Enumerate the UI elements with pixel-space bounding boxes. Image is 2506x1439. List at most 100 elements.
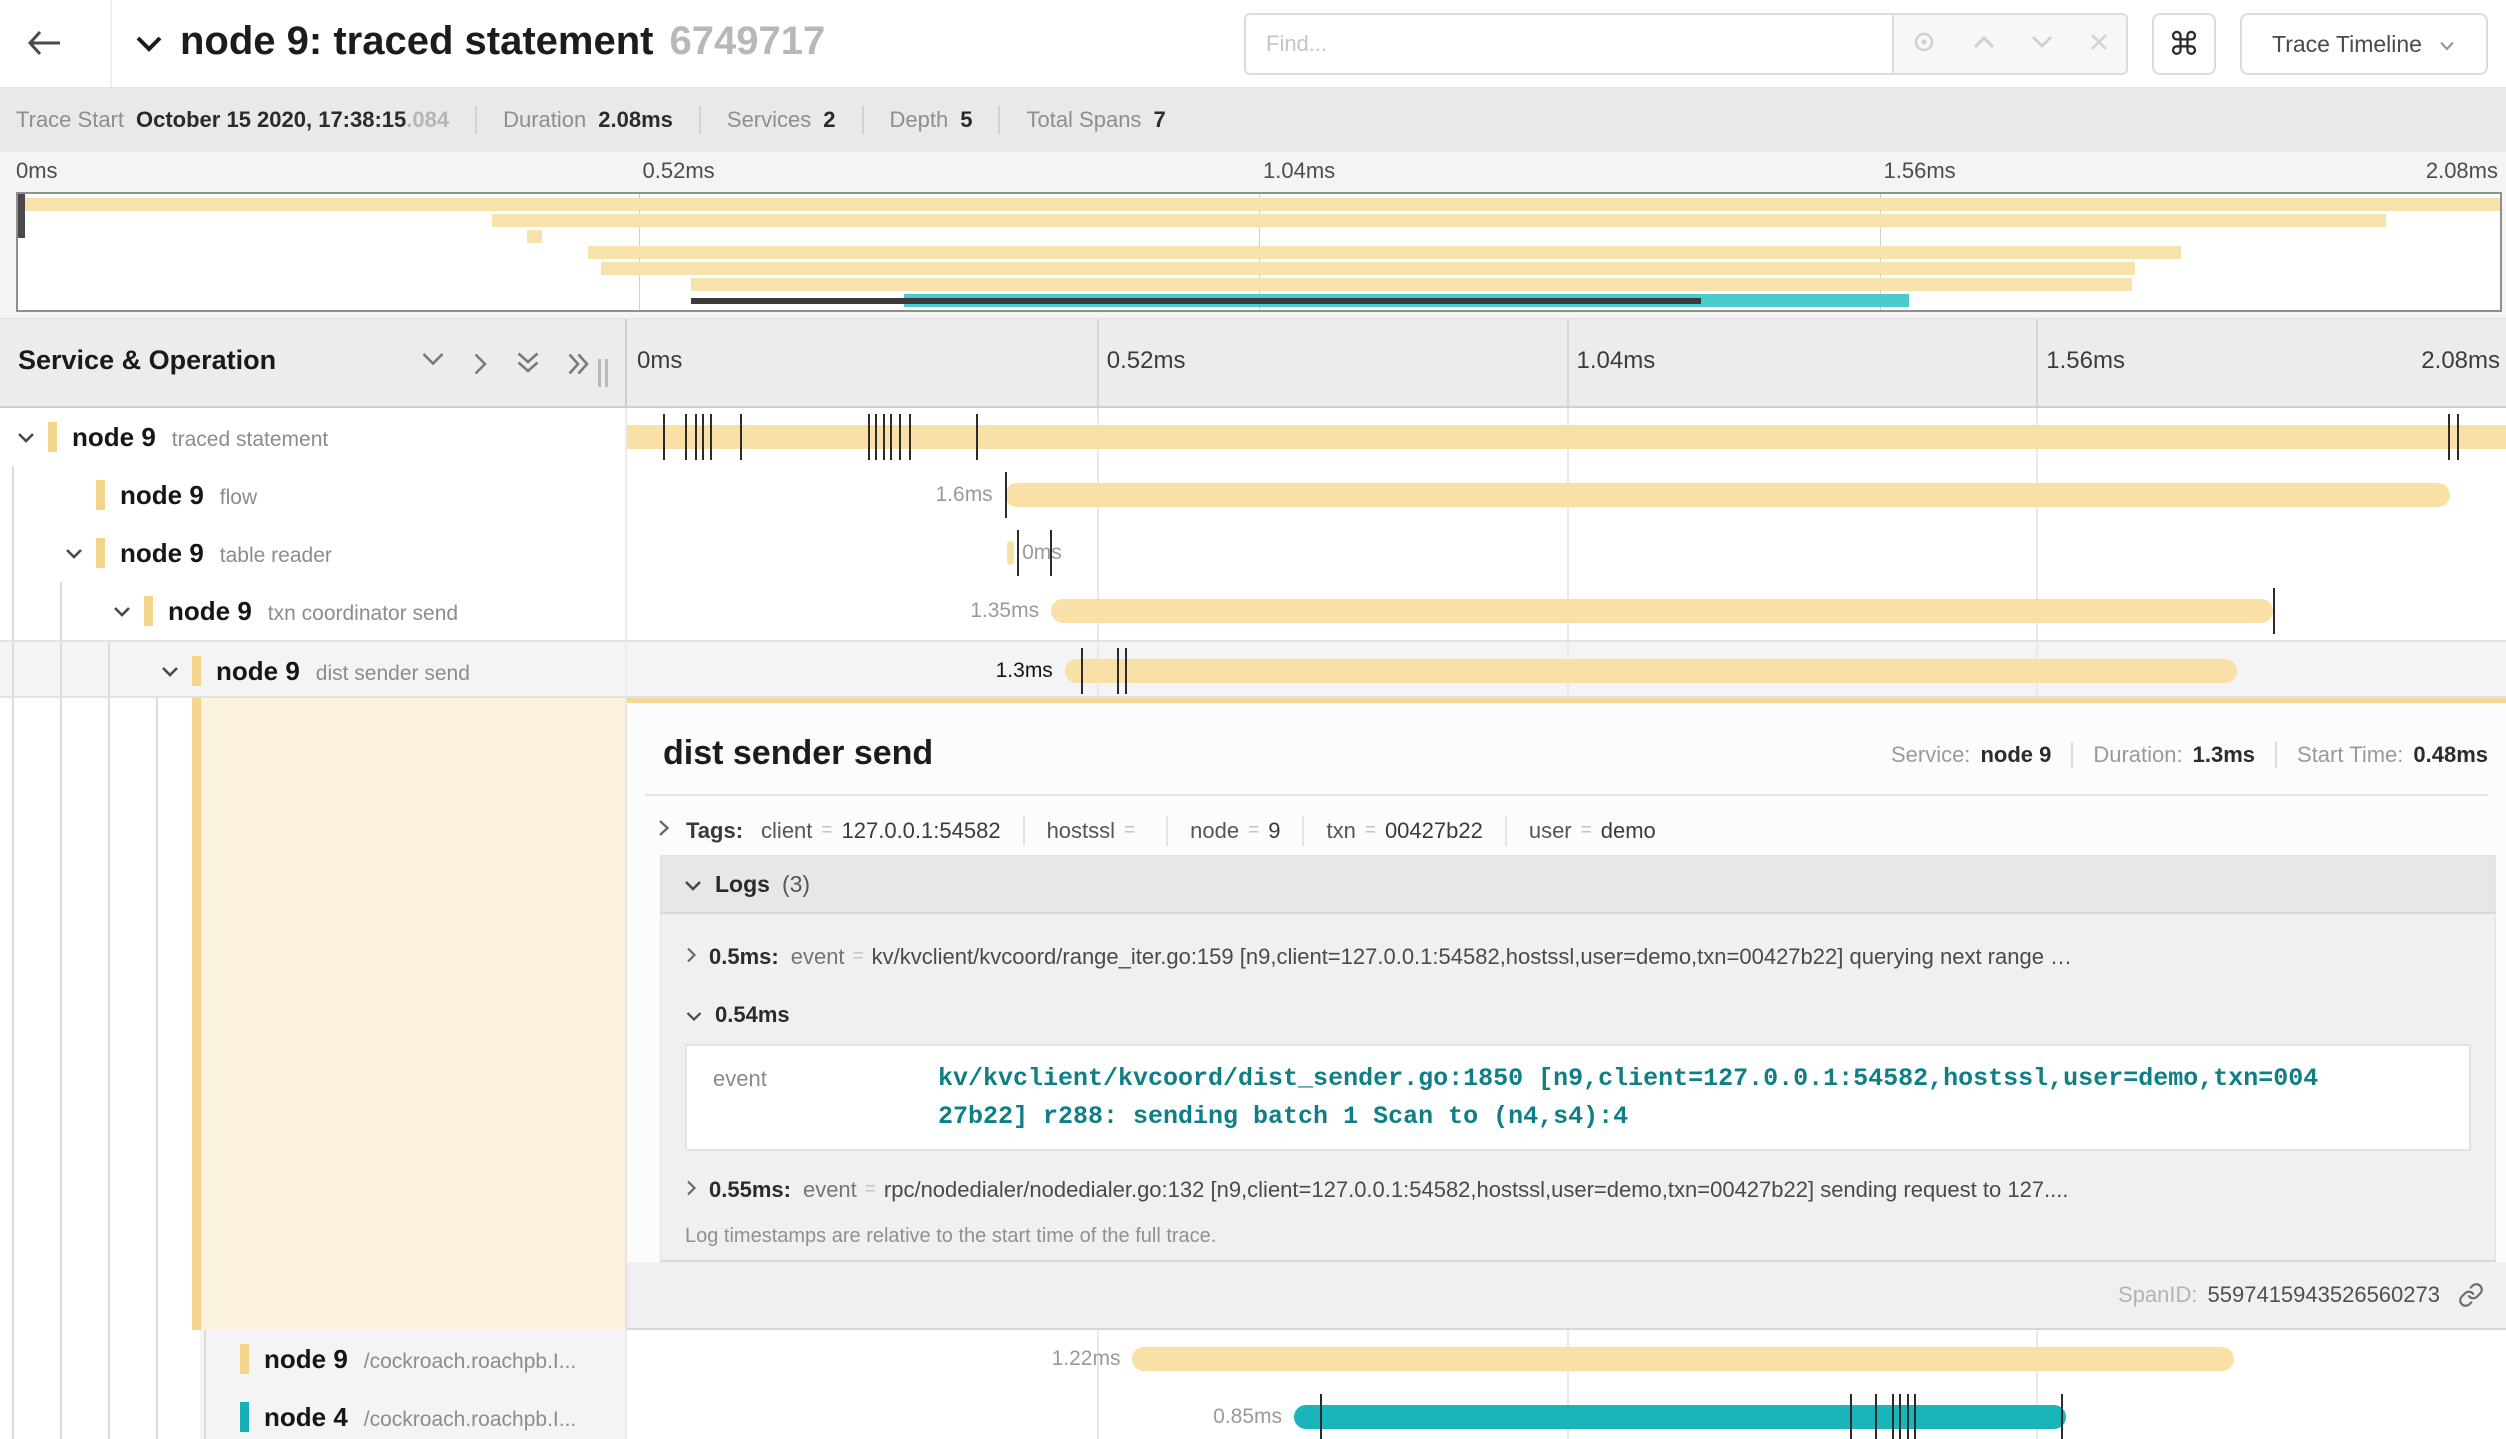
- stat-item: Services2: [727, 107, 836, 133]
- stat-label: Total Spans: [1026, 107, 1141, 133]
- span-duration-bar[interactable]: [1132, 1347, 2233, 1371]
- span-duration-bar[interactable]: [1051, 599, 2273, 623]
- span-operation-name: flow: [220, 486, 257, 509]
- tree-guide-line: [204, 1330, 206, 1388]
- span-service-name: node 9table reader: [120, 538, 332, 569]
- link-icon[interactable]: [2458, 1282, 2484, 1308]
- logs-accordian: Logs (3) 0.5ms: event = kv/kvclient/kvco…: [660, 855, 2496, 1262]
- span-row[interactable]: node 9table reader 0ms: [0, 524, 2506, 582]
- logs-header[interactable]: Logs (3): [661, 856, 2495, 914]
- collapse-trace-chevron-icon[interactable]: [134, 34, 164, 59]
- span-row[interactable]: node 4/cockroach.roachpb.I...0.85ms: [0, 1388, 2506, 1439]
- trace-view-selector[interactable]: Trace Timeline: [2240, 13, 2488, 75]
- span-service-name: node 9dist sender send: [216, 656, 470, 687]
- timeline-gridline: [1097, 1388, 1099, 1439]
- span-color-bar: [96, 480, 105, 510]
- column-resize-grip[interactable]: [596, 359, 610, 387]
- back-arrow-icon[interactable]: [24, 26, 68, 62]
- prev-match-icon[interactable]: [1971, 33, 1997, 56]
- span-name-cell[interactable]: node 9dist sender send: [0, 642, 627, 696]
- span-detail-panel: dist sender send Service:node 9Duration:…: [627, 698, 2506, 1330]
- span-bar-cell[interactable]: [627, 408, 2506, 466]
- keyboard-shortcuts-button[interactable]: ⌘: [2152, 13, 2216, 75]
- log-entry[interactable]: 0.5ms: event = kv/kvclient/kvcoord/range…: [661, 938, 2495, 976]
- clear-search-icon[interactable]: [2088, 31, 2110, 58]
- log-event-tick: [899, 414, 901, 460]
- minimap-canvas[interactable]: [16, 192, 2502, 312]
- span-name-cell[interactable]: node 9txn coordinator send: [0, 582, 627, 640]
- tags-label: Tags:: [686, 818, 743, 844]
- span-duration-bar[interactable]: [1065, 659, 2237, 683]
- page-title: node 9: traced statement6749717: [180, 19, 825, 64]
- span-row[interactable]: node 9flow1.6ms: [0, 466, 2506, 524]
- tags-accordian[interactable]: Tags: client=127.0.0.1:54582hostssl=node…: [657, 808, 1656, 854]
- locate-icon[interactable]: [1910, 28, 1938, 61]
- span-rows-top: node 9traced statementnode 9flow1.6msnod…: [0, 408, 2506, 698]
- span-bar-cell[interactable]: 1.35ms: [627, 582, 2506, 640]
- span-row[interactable]: node 9txn coordinator send1.35ms: [0, 582, 2506, 640]
- span-row[interactable]: node 9traced statement: [0, 408, 2506, 466]
- log-event-tick: [1081, 648, 1083, 694]
- expand-one-icon[interactable]: [472, 351, 489, 377]
- span-color-bar: [240, 1402, 249, 1432]
- log-event-tick: [702, 414, 704, 460]
- selected-span-accent-column: [192, 698, 201, 1330]
- equals-sign: =: [853, 946, 864, 968]
- next-match-icon[interactable]: [2029, 33, 2055, 56]
- stat-value: 5: [960, 107, 972, 133]
- span-bar-cell[interactable]: 1.3ms: [627, 642, 2506, 696]
- span-bar-cell[interactable]: 0ms: [627, 524, 2506, 582]
- span-rows-bottom: node 9/cockroach.roachpb.I...1.22msnode …: [0, 1330, 2506, 1439]
- tag-item: txn=00427b22: [1326, 818, 1482, 844]
- row-chevron-down-icon[interactable]: [112, 605, 132, 618]
- span-color-bar: [48, 422, 57, 452]
- equals-sign: =: [1581, 820, 1592, 842]
- collapse-one-icon[interactable]: [420, 351, 446, 377]
- tree-guide-line: [12, 1330, 14, 1388]
- tag-item: hostssl=: [1047, 818, 1145, 844]
- span-name-cell[interactable]: node 4/cockroach.roachpb.I...: [0, 1388, 627, 1439]
- log-entry-expanded-header[interactable]: 0.54ms: [661, 998, 2495, 1032]
- span-operation-name: /cockroach.roachpb.I...: [364, 1350, 576, 1373]
- detail-left-gutter: [0, 698, 627, 1330]
- log-entry[interactable]: 0.55ms: event = rpc/nodedialer/nodediale…: [661, 1171, 2495, 1209]
- timeline-gridline: [1567, 524, 1569, 582]
- span-duration-bar[interactable]: [1007, 541, 1015, 565]
- log-field-value: kv/kvclient/kvcoord/range_iter.go:159 [n…: [872, 944, 2072, 970]
- trace-minimap-section: 0ms0.52ms1.04ms1.56ms2.08ms: [0, 152, 2506, 318]
- find-tools: [1892, 13, 2128, 75]
- row-chevron-down-icon[interactable]: [64, 547, 84, 560]
- minimap-span-bar: [18, 198, 2500, 211]
- span-service-name: node 9traced statement: [72, 422, 328, 453]
- tree-guide-line: [156, 698, 158, 1330]
- span-row[interactable]: node 9dist sender send 1.3ms: [0, 640, 2506, 698]
- timeline-tick-label: 0.52ms: [1107, 347, 1186, 375]
- span-bar-cell[interactable]: 1.6ms: [627, 466, 2506, 524]
- row-chevron-down-icon[interactable]: [16, 431, 36, 444]
- span-color-bar: [192, 656, 201, 686]
- span-name-cell[interactable]: node 9table reader: [0, 524, 627, 582]
- tree-guide-line: [108, 642, 110, 696]
- collapse-all-icon[interactable]: [515, 351, 541, 377]
- span-duration-bar[interactable]: [1294, 1405, 2066, 1429]
- stat-item: Depth5: [890, 107, 973, 133]
- find-input[interactable]: [1244, 13, 1892, 75]
- timeline-gridline: [2036, 524, 2038, 582]
- span-name-cell[interactable]: node 9/cockroach.roachpb.I...: [0, 1330, 627, 1388]
- span-duration-bar[interactable]: [1005, 483, 2450, 507]
- trace-name: node 9: traced statement: [180, 19, 653, 63]
- expand-all-icon[interactable]: [567, 351, 591, 377]
- span-name-cell[interactable]: node 9flow: [0, 466, 627, 524]
- span-row[interactable]: node 9/cockroach.roachpb.I...1.22ms: [0, 1330, 2506, 1388]
- log-event-tick: [2457, 414, 2459, 460]
- stat-separator: [475, 106, 477, 134]
- trace-stats-bar: Trace StartOctober 15 2020, 17:38:15.084…: [0, 88, 2506, 152]
- span-operation-name: traced statement: [172, 428, 328, 451]
- minimap-left-scrubber[interactable]: [18, 194, 25, 238]
- span-bar-cell[interactable]: 0.85ms: [627, 1388, 2506, 1439]
- log-field-value: rpc/nodedialer/nodedialer.go:132 [n9,cli…: [884, 1177, 2069, 1203]
- row-chevron-down-icon[interactable]: [160, 665, 180, 678]
- logs-title: Logs: [715, 871, 770, 898]
- span-bar-cell[interactable]: 1.22ms: [627, 1330, 2506, 1388]
- span-name-cell[interactable]: node 9traced statement: [0, 408, 627, 466]
